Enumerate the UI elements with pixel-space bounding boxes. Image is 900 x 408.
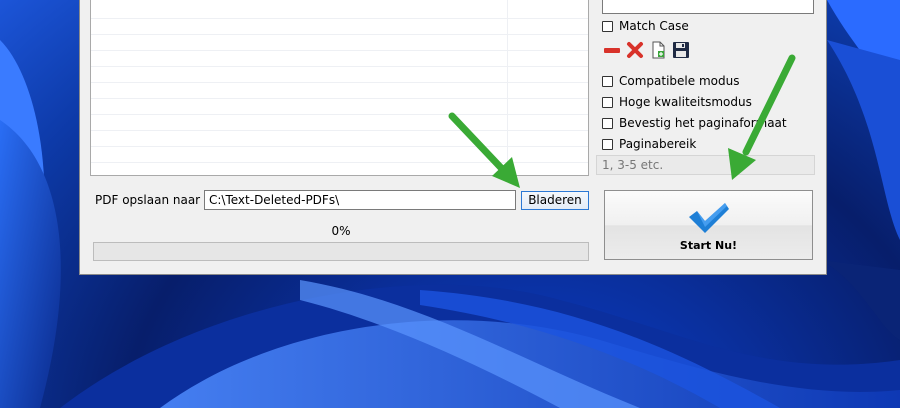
list-row-line — [91, 18, 588, 19]
progress-bar — [93, 242, 589, 261]
match-case-label: Match Case — [619, 19, 689, 33]
checkbox-box[interactable] — [602, 117, 613, 129]
toolbar — [602, 40, 691, 60]
checkbox-box[interactable] — [602, 75, 613, 87]
option-page-range[interactable]: Paginabereik — [602, 137, 696, 151]
import-file-icon[interactable] — [648, 40, 668, 60]
list-row-line — [91, 50, 588, 51]
option-label: Compatibele modus — [619, 74, 740, 88]
option-high-quality-mode[interactable]: Hoge kwaliteitsmodus — [602, 95, 752, 109]
match-case-checkbox[interactable]: Match Case — [602, 19, 689, 33]
start-button[interactable]: Start Nu! — [604, 190, 813, 260]
search-text-input[interactable] — [602, 0, 814, 14]
check-mark-icon — [689, 203, 729, 233]
option-label: Paginabereik — [619, 137, 697, 151]
list-row-line — [91, 34, 588, 35]
option-compatible-mode[interactable]: Compatibele modus — [602, 74, 739, 88]
start-button-label: Start Nu! — [679, 239, 738, 252]
save-to-label: PDF opslaan naar — [95, 193, 201, 207]
progress-percent: 0% — [331, 224, 351, 238]
list-column-divider — [507, 0, 508, 175]
list-row-line — [91, 82, 588, 83]
list-row-line — [91, 114, 588, 115]
checkbox-box[interactable] — [602, 96, 613, 108]
list-row-line — [91, 146, 588, 147]
delete-icon[interactable] — [625, 40, 645, 60]
list-row-line — [91, 162, 588, 163]
app-window: PDF opslaan naar C:\Text-Deleted-PDFs\ B… — [79, 0, 827, 275]
page-range-input[interactable]: 1, 3-5 etc. — [596, 155, 815, 175]
remove-icon[interactable] — [602, 40, 622, 60]
browse-button[interactable]: Bladeren — [521, 191, 589, 210]
save-disk-icon[interactable] — [671, 40, 691, 60]
list-row-line — [91, 66, 588, 67]
output-path-input[interactable]: C:\Text-Deleted-PDFs\ — [204, 190, 516, 210]
list-row-line — [91, 98, 588, 99]
checkbox-box[interactable] — [602, 20, 613, 32]
file-list[interactable] — [90, 0, 589, 176]
checkbox-box[interactable] — [602, 138, 613, 150]
option-label: Hoge kwaliteitsmodus — [619, 95, 752, 109]
option-confirm-page-format[interactable]: Bevestig het paginaformaat — [602, 116, 787, 130]
list-row-line — [91, 130, 588, 131]
option-label: Bevestig het paginaformaat — [619, 116, 787, 130]
